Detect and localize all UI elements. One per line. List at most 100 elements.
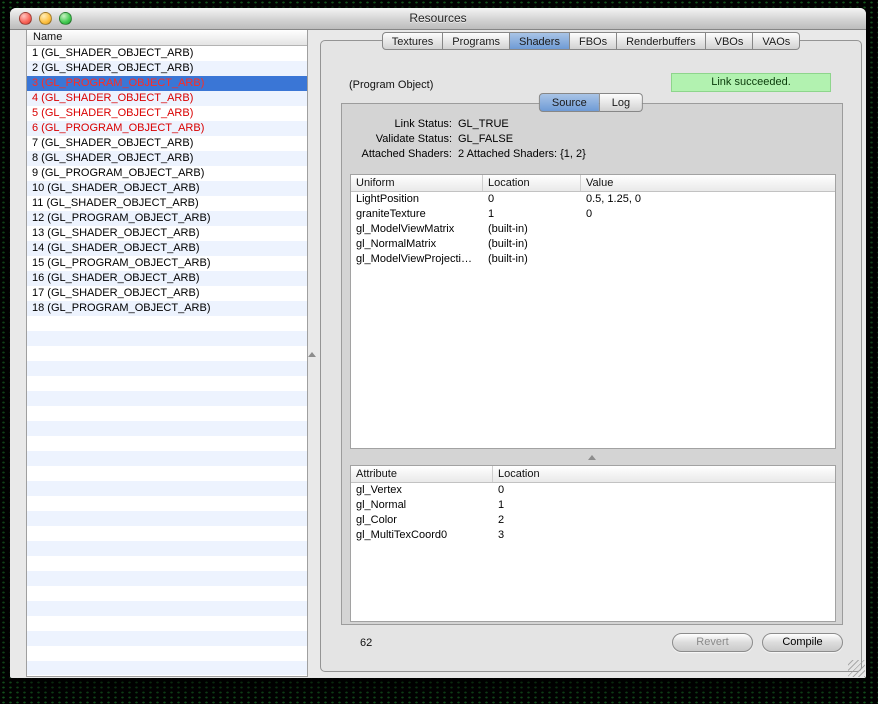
compile-button[interactable]: Compile — [762, 633, 843, 652]
tab-programs[interactable]: Programs — [443, 32, 510, 50]
table-row[interactable]: gl_MultiTexCoord0 3 — [351, 528, 835, 543]
tab-renderbuffers[interactable]: Renderbuffers — [617, 32, 706, 50]
column-header-uniform[interactable]: Uniform — [351, 175, 483, 191]
cell-location: (built-in) — [483, 252, 581, 267]
uniform-table-header: Uniform Location Value — [351, 175, 835, 192]
tab-log[interactable]: Log — [600, 93, 643, 112]
title-bar[interactable]: Resources — [10, 8, 866, 30]
list-item[interactable]: 9 (GL_PROGRAM_OBJECT_ARB) — [27, 166, 307, 181]
zoom-button[interactable] — [59, 12, 72, 25]
chevron-up-icon — [308, 352, 316, 357]
cell-location: (built-in) — [483, 222, 581, 237]
cell-attribute: gl_Color — [351, 513, 493, 528]
detail-tab-box: Textures Programs Shaders FBOs Renderbuf… — [320, 40, 862, 672]
column-header-attribute[interactable]: Attribute — [351, 466, 493, 482]
cell-value — [581, 237, 835, 252]
cell-uniform: gl_ModelViewProjecti… — [351, 252, 483, 267]
list-splitter-handle[interactable] — [308, 352, 316, 357]
uniform-table: Uniform Location Value LightPosition 0 0… — [350, 174, 836, 449]
resize-grip[interactable] — [848, 660, 865, 677]
minimize-button[interactable] — [39, 12, 52, 25]
list-item[interactable]: 10 (GL_SHADER_OBJECT_ARB) — [27, 181, 307, 196]
info-row: Attached Shaders: 2 Attached Shaders: {1… — [342, 147, 842, 162]
cell-uniform: gl_ModelViewMatrix — [351, 222, 483, 237]
resources-window: Resources Name 1 (GL_SHADER_OBJECT_ARB) … — [10, 8, 866, 678]
list-item[interactable]: 11 (GL_SHADER_OBJECT_ARB) — [27, 196, 307, 211]
list-item[interactable]: 12 (GL_PROGRAM_OBJECT_ARB) — [27, 211, 307, 226]
table-row[interactable]: graniteTexture 1 0 — [351, 207, 835, 222]
list-item[interactable]: 6 (GL_PROGRAM_OBJECT_ARB) — [27, 121, 307, 136]
list-item[interactable]: 18 (GL_PROGRAM_OBJECT_ARB) — [27, 301, 307, 316]
tab-fbos[interactable]: FBOs — [570, 32, 617, 50]
link-status-badge: Link succeeded. — [671, 73, 831, 92]
cell-location: (built-in) — [483, 237, 581, 252]
table-row[interactable]: gl_Normal 1 — [351, 498, 835, 513]
uniform-table-body: LightPosition 0 0.5, 1.25, 0 graniteText… — [351, 192, 835, 267]
cell-uniform: graniteTexture — [351, 207, 483, 222]
window-controls — [19, 12, 72, 25]
table-row[interactable]: gl_ModelViewMatrix (built-in) — [351, 222, 835, 237]
table-row[interactable]: gl_Vertex 0 — [351, 483, 835, 498]
table-row[interactable]: gl_NormalMatrix (built-in) — [351, 237, 835, 252]
list-item[interactable]: 4 (GL_SHADER_OBJECT_ARB) — [27, 91, 307, 106]
info-row: Link Status: GL_TRUE — [342, 117, 842, 132]
table-row[interactable]: gl_ModelViewProjecti… (built-in) — [351, 252, 835, 267]
column-header-value[interactable]: Value — [581, 175, 835, 191]
cell-uniform: gl_NormalMatrix — [351, 237, 483, 252]
list-item[interactable]: 2 (GL_SHADER_OBJECT_ARB) — [27, 61, 307, 76]
cell-location: 2 — [493, 513, 835, 528]
column-header-location[interactable]: Location — [493, 466, 835, 482]
attribute-table-header: Attribute Location — [351, 466, 835, 483]
cell-location: 0 — [483, 192, 581, 207]
cell-attribute: gl_MultiTexCoord0 — [351, 528, 493, 543]
validate-status-label: Validate Status: — [342, 132, 452, 147]
validate-status-value: GL_FALSE — [458, 132, 513, 147]
status-info: Link Status: GL_TRUE Validate Status: GL… — [342, 104, 842, 162]
table-splitter-handle[interactable] — [588, 455, 596, 460]
tab-source[interactable]: Source — [539, 93, 600, 112]
attached-shaders-value: 2 Attached Shaders: {1, 2} — [458, 147, 586, 162]
cell-uniform: LightPosition — [351, 192, 483, 207]
tab-vaos[interactable]: VAOs — [753, 32, 800, 50]
column-header-location[interactable]: Location — [483, 175, 581, 191]
attribute-table-body: gl_Vertex 0 gl_Normal 1 gl_Color 2 gl_ — [351, 483, 835, 543]
attached-shaders-label: Attached Shaders: — [342, 147, 452, 162]
source-log-tabs: Source Log — [539, 93, 643, 112]
list-item[interactable]: 13 (GL_SHADER_OBJECT_ARB) — [27, 226, 307, 241]
list-item[interactable]: 16 (GL_SHADER_OBJECT_ARB) — [27, 271, 307, 286]
tab-shaders[interactable]: Shaders — [510, 32, 570, 50]
resource-count: 62 — [360, 637, 372, 649]
table-row[interactable]: LightPosition 0 0.5, 1.25, 0 — [351, 192, 835, 207]
cell-attribute: gl_Vertex — [351, 483, 493, 498]
resource-type-tabs: Textures Programs Shaders FBOs Renderbuf… — [321, 32, 861, 50]
list-item[interactable]: 14 (GL_SHADER_OBJECT_ARB) — [27, 241, 307, 256]
cell-value: 0 — [581, 207, 835, 222]
shader-detail-panel: Link Status: GL_TRUE Validate Status: GL… — [341, 103, 843, 625]
window-title: Resources — [10, 8, 866, 29]
list-column-header-name[interactable]: Name — [27, 30, 307, 46]
cell-value — [581, 252, 835, 267]
cell-location: 1 — [493, 498, 835, 513]
resource-list: Name 1 (GL_SHADER_OBJECT_ARB) 2 (GL_SHAD… — [26, 30, 308, 677]
list-item[interactable]: 17 (GL_SHADER_OBJECT_ARB) — [27, 286, 307, 301]
chevron-up-icon — [588, 455, 596, 460]
list-item[interactable]: 7 (GL_SHADER_OBJECT_ARB) — [27, 136, 307, 151]
close-button[interactable] — [19, 12, 32, 25]
list-item[interactable]: 15 (GL_PROGRAM_OBJECT_ARB) — [27, 256, 307, 271]
cell-value: 0.5, 1.25, 0 — [581, 192, 835, 207]
link-status-label: Link Status: — [342, 117, 452, 132]
tab-textures[interactable]: Textures — [382, 32, 444, 50]
list-empty-stripes — [27, 316, 307, 675]
list-item[interactable]: 5 (GL_SHADER_OBJECT_ARB) — [27, 106, 307, 121]
cell-attribute: gl_Normal — [351, 498, 493, 513]
table-row[interactable]: gl_Color 2 — [351, 513, 835, 528]
list-item[interactable]: 1 (GL_SHADER_OBJECT_ARB) — [27, 46, 307, 61]
tab-vbos[interactable]: VBOs — [706, 32, 754, 50]
cell-value — [581, 222, 835, 237]
cell-location: 3 — [493, 528, 835, 543]
list-item[interactable]: 8 (GL_SHADER_OBJECT_ARB) — [27, 151, 307, 166]
revert-button[interactable]: Revert — [672, 633, 753, 652]
info-row: Validate Status: GL_FALSE — [342, 132, 842, 147]
cell-location: 0 — [493, 483, 835, 498]
list-item-selected[interactable]: 3 (GL_PROGRAM_OBJECT_ARB) — [27, 76, 307, 91]
